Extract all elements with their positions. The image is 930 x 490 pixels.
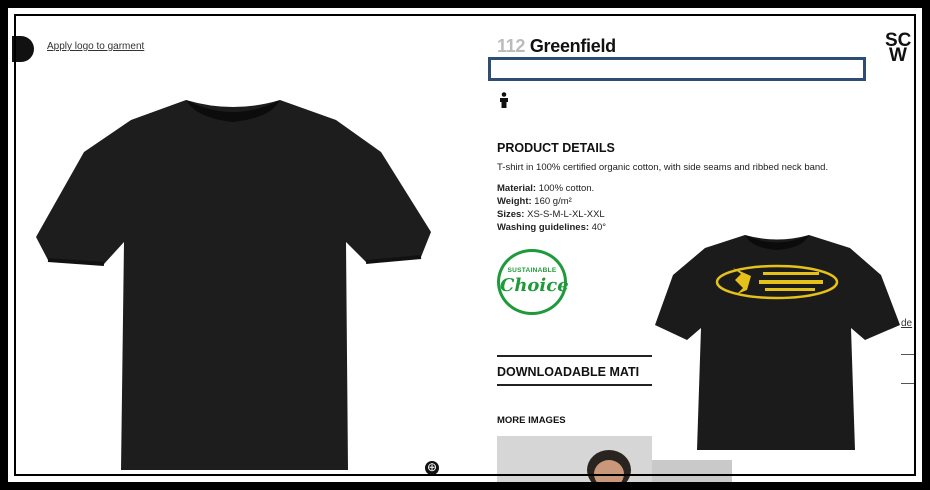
product-number: 112	[497, 36, 526, 56]
product-description: T-shirt in 100% certified organic cotton…	[497, 162, 829, 173]
spec-weight: Weight: 160 g/m²	[497, 196, 572, 207]
right-divider-2	[901, 383, 915, 384]
product-title: 112 Greenfield	[497, 36, 616, 57]
product-image-tshirt	[36, 100, 431, 470]
more-image-thumbnail-2[interactable]	[652, 460, 732, 482]
printed-tshirt-overlay	[655, 235, 900, 450]
more-image-thumbnail[interactable]	[497, 436, 652, 482]
right-divider-1	[901, 354, 915, 355]
divider-bottom	[497, 384, 652, 386]
zoom-in-icon[interactable]: ⊕	[425, 461, 439, 475]
downloadable-material-heading[interactable]: DOWNLOADABLE MATI	[497, 365, 652, 379]
more-images-heading: MORE IMAGES	[497, 415, 566, 426]
sustainable-choice-badge: SUSTAINABLE Choice	[497, 249, 569, 315]
spec-washing: Washing guidelines: 40°	[497, 222, 607, 233]
product-details-heading: PRODUCT DETAILS	[497, 141, 615, 155]
model-photo	[497, 436, 652, 482]
person-icon	[500, 92, 508, 108]
right-link-partial[interactable]: de	[901, 318, 912, 329]
product-name: Greenfield	[529, 36, 616, 56]
highlight-box	[488, 57, 866, 81]
spec-material: Material: 100% cotton.	[497, 183, 595, 194]
brand-logo-partial: SC W	[885, 30, 912, 66]
apply-logo-link[interactable]: Apply logo to garment	[47, 41, 144, 52]
divider-top	[497, 355, 652, 357]
spec-sizes: Sizes: XS-S-M-L-XL-XXL	[497, 209, 605, 220]
